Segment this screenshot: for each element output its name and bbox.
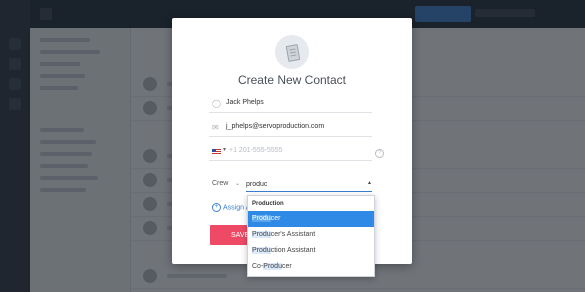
name-field[interactable]: ◯ Jack Phelps	[209, 98, 372, 113]
role-search-combobox[interactable]: ▲	[246, 178, 372, 192]
chevron-down-icon[interactable]: ⌄	[235, 180, 240, 187]
dropdown-option[interactable]: Production Assistant	[248, 243, 374, 259]
name-value: Jack Phelps	[226, 99, 264, 106]
dropdown-option[interactable]: Co-Producer	[248, 259, 374, 275]
phone-placeholder: +1 201-555-5555	[229, 147, 283, 154]
chevron-up-icon[interactable]: ▲	[367, 180, 372, 186]
plus-circle-icon: +	[212, 203, 221, 212]
option-match: Produ	[252, 215, 271, 222]
envelope-icon: ✉	[212, 123, 219, 132]
role-dropdown: Production Producer Producer's Assistant…	[247, 195, 375, 277]
person-icon: ◯	[212, 99, 221, 108]
option-suffix: cer	[281, 263, 292, 270]
modal-title: Create New Contact	[237, 73, 347, 87]
option-suffix: cer's Assistant	[270, 231, 316, 238]
option-suffix: cer	[270, 215, 281, 222]
option-prefix: Co-	[252, 263, 264, 270]
option-match: Produ	[252, 231, 271, 238]
dropdown-group-header: Production	[252, 201, 284, 207]
contact-card-icon	[285, 44, 301, 62]
phone-field[interactable]: ▾ +1 201-555-5555	[209, 146, 372, 161]
option-suffix: ction Assistant	[270, 247, 316, 254]
email-value: j_phelps@servoproduction.com	[226, 123, 325, 130]
email-field[interactable]: ✉ j_phelps@servoproduction.com	[209, 122, 372, 137]
chevron-down-icon[interactable]: ▾	[223, 146, 226, 153]
contact-avatar	[275, 35, 309, 69]
role-search-input[interactable]	[246, 178, 356, 190]
option-match: Produ	[263, 263, 282, 270]
question-icon[interactable]: ?	[375, 149, 384, 158]
option-match: Produ	[252, 247, 271, 254]
dropdown-option[interactable]: Producer's Assistant	[248, 227, 374, 243]
us-flag-icon[interactable]	[212, 149, 221, 155]
role-type-label[interactable]: Crew	[212, 180, 228, 187]
dropdown-option[interactable]: Producer	[248, 211, 374, 227]
